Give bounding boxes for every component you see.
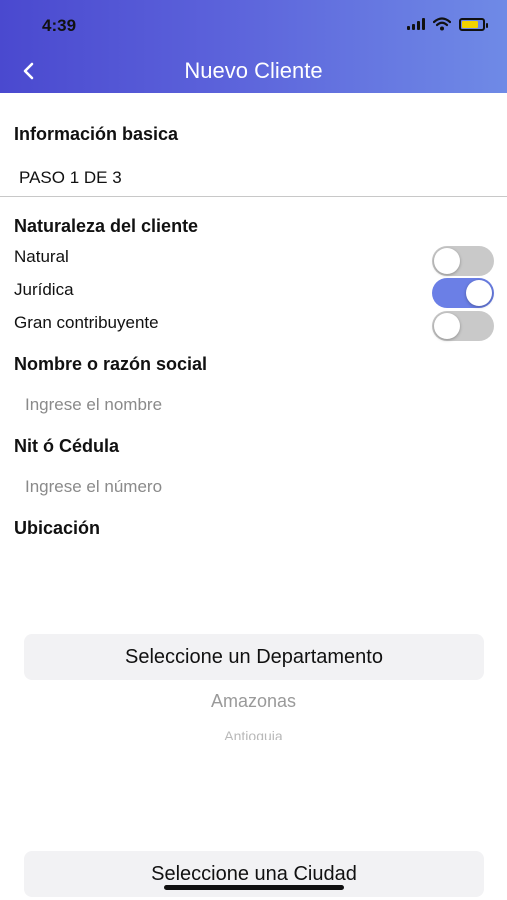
status-time: 4:39 xyxy=(42,16,77,35)
toggle-knob xyxy=(466,280,492,306)
navigation-header: 4:39 Nuevo Cliente xyxy=(0,0,507,93)
toggle-juridica[interactable] xyxy=(432,278,494,308)
name-field-title: Nombre o razón social xyxy=(14,354,208,374)
status-icons xyxy=(407,17,488,31)
divider xyxy=(0,196,507,197)
nature-option-juridica-label: Jurídica xyxy=(14,280,74,299)
id-field-title: Nit ó Cédula xyxy=(14,436,120,456)
toggle-knob xyxy=(434,248,460,274)
toggle-knob xyxy=(434,313,460,339)
city-select-button[interactable]: Seleccione una Ciudad xyxy=(24,851,484,897)
page-title: Nuevo Cliente xyxy=(184,58,323,83)
step-indicator: PASO 1 DE 3 xyxy=(19,168,122,187)
department-option-amazonas[interactable]: Amazonas xyxy=(0,691,507,712)
department-option-antioquia[interactable]: Antioquia xyxy=(0,726,507,740)
id-number-input[interactable] xyxy=(14,471,484,503)
nature-section-title: Naturaleza del cliente xyxy=(14,216,199,236)
section-basic-info-title: Información basica xyxy=(14,124,179,144)
nature-option-natural-label: Natural xyxy=(14,247,69,266)
department-select-button[interactable]: Seleccione un Departamento xyxy=(24,634,484,680)
home-indicator xyxy=(164,885,344,890)
battery-icon xyxy=(459,17,488,31)
name-input[interactable] xyxy=(14,389,484,421)
location-section-title: Ubicación xyxy=(14,518,101,538)
toggle-gran-contribuyente[interactable] xyxy=(432,311,494,341)
wifi-icon xyxy=(433,17,451,31)
nature-option-gran-contribuyente-label: Gran contribuyente xyxy=(14,313,159,332)
signal-icon xyxy=(407,18,425,30)
toggle-natural[interactable] xyxy=(432,246,494,276)
